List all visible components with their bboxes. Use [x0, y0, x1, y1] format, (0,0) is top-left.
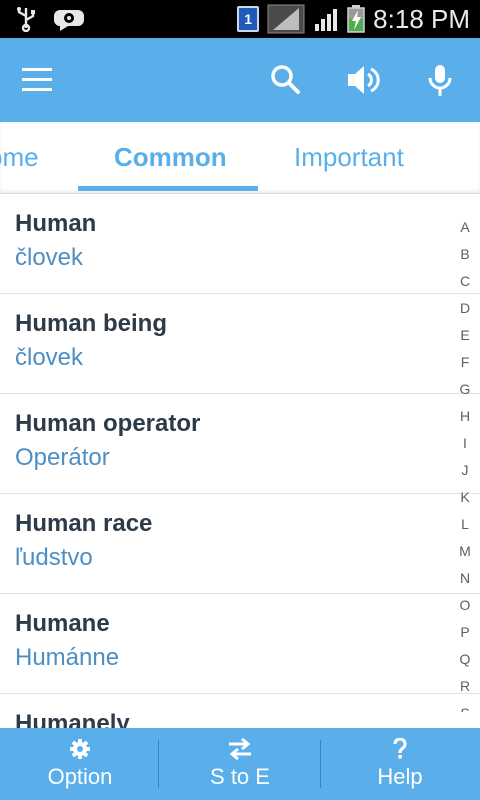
list-item[interactable]: Human race ľudstvo: [0, 494, 480, 594]
alphabet-letter[interactable]: A: [456, 214, 474, 241]
list-item-word: Human: [15, 210, 97, 237]
list-item-word: Human race: [15, 510, 153, 537]
alphabet-letter[interactable]: Q: [456, 646, 474, 673]
signal-sim2-icon: [315, 9, 338, 31]
alphabet-letter[interactable]: D: [456, 295, 474, 322]
list-item-translation: človek: [15, 344, 84, 371]
speaker-icon[interactable]: [344, 60, 384, 100]
list-item-translation: človek: [15, 244, 84, 271]
gear-icon: [70, 739, 90, 759]
sim-slot-label: 1: [244, 11, 253, 27]
direction-label: S to E: [210, 764, 270, 789]
status-left-icons: [14, 6, 86, 32]
battery-charging-icon: [347, 5, 365, 33]
alphabet-letter[interactable]: H: [456, 403, 474, 430]
microphone-icon[interactable]: [420, 60, 460, 100]
alphabet-letter[interactable]: S: [456, 700, 474, 712]
list-item-word: Humanely: [15, 710, 130, 728]
help-button[interactable]: Help: [320, 728, 480, 800]
alphabet-letter[interactable]: I: [456, 430, 474, 457]
list-item-translation: Humánne: [15, 644, 120, 671]
bottom-divider: [320, 740, 321, 788]
usb-icon: [17, 7, 35, 32]
list-item-word: Humane: [15, 610, 110, 637]
alphabet-letter[interactable]: E: [456, 322, 474, 349]
list-item-translation: ľudstvo: [15, 544, 93, 571]
search-icon[interactable]: [266, 60, 306, 100]
alphabet-letter[interactable]: K: [456, 484, 474, 511]
help-label: Help: [377, 764, 423, 789]
alphabet-letter[interactable]: M: [456, 538, 474, 565]
option-label: Option: [47, 764, 113, 789]
direction-toggle-button[interactable]: S to E: [160, 728, 320, 800]
alphabet-letter[interactable]: J: [456, 457, 474, 484]
question-mark-icon: [393, 738, 407, 759]
list-item[interactable]: Human človek: [0, 194, 480, 294]
tab-selected-indicator: [78, 186, 258, 191]
status-right-icons: 1 8:18 PM: [237, 4, 470, 34]
app-bar: [0, 38, 480, 122]
bottom-divider: [158, 740, 159, 788]
tab-bar: ome Common Important: [0, 122, 480, 194]
alphabet-letter[interactable]: B: [456, 241, 474, 268]
alphabet-letter[interactable]: L: [456, 511, 474, 538]
tab-home[interactable]: ome: [0, 142, 39, 173]
alphabet-letter[interactable]: G: [456, 376, 474, 403]
tab-common[interactable]: Common: [114, 142, 227, 173]
status-time: 8:18 PM: [373, 4, 470, 34]
menu-icon[interactable]: [22, 68, 56, 92]
alphabet-index[interactable]: A B C D E F G H I J K L M N O P Q R S: [456, 214, 474, 712]
tab-important[interactable]: Important: [294, 142, 404, 173]
alphabet-letter[interactable]: O: [456, 592, 474, 619]
list-item-word: Human being: [15, 310, 168, 337]
signal-sim1-icon: [267, 4, 305, 34]
voicemail-icon: [54, 10, 84, 31]
alphabet-letter[interactable]: R: [456, 673, 474, 700]
sim-card-icon: 1: [237, 6, 260, 32]
word-list[interactable]: Human človek Human being človek Human op…: [0, 194, 480, 728]
list-item-translation: Operátor: [15, 444, 110, 471]
list-item[interactable]: Humanely: [0, 694, 480, 728]
alphabet-letter[interactable]: P: [456, 619, 474, 646]
list-item[interactable]: Humane Humánne: [0, 594, 480, 694]
list-item[interactable]: Human being človek: [0, 294, 480, 394]
alphabet-letter[interactable]: N: [456, 565, 474, 592]
option-button[interactable]: Option: [0, 728, 160, 800]
swap-arrows-icon: [229, 738, 251, 760]
alphabet-letter[interactable]: F: [456, 349, 474, 376]
bottom-bar: Option S to E Help: [0, 728, 480, 800]
list-item[interactable]: Human operator Operátor: [0, 394, 480, 494]
alphabet-letter[interactable]: C: [456, 268, 474, 295]
status-bar: 1 8:18 PM: [0, 0, 480, 38]
list-item-word: Human operator: [15, 410, 201, 437]
